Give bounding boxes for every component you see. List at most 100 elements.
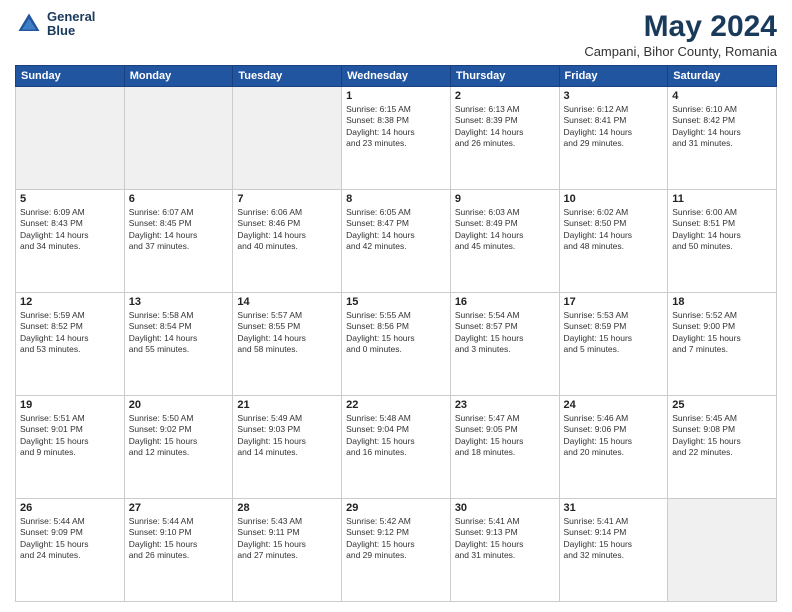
day-number: 30 bbox=[455, 502, 555, 514]
calendar-week-3: 12 Sunrise: 5:59 AM Sunset: 8:52 PM Dayli… bbox=[16, 293, 777, 396]
day-number: 20 bbox=[129, 399, 229, 411]
calendar-cell: 6 Sunrise: 6:07 AM Sunset: 8:45 PM Daylig… bbox=[124, 190, 233, 293]
cell-content: Sunrise: 5:44 AM Sunset: 9:09 PM Dayligh… bbox=[20, 516, 120, 562]
calendar-cell: 23Sunrise: 5:47 AM Sunset: 9:05 PM Dayli… bbox=[450, 396, 559, 499]
weekday-header-saturday: Saturday bbox=[668, 66, 777, 87]
cell-content: Sunrise: 6:06 AM Sunset: 8:46 PM Dayligh… bbox=[237, 207, 337, 253]
day-number: 9 bbox=[455, 193, 555, 205]
weekday-header-sunday: Sunday bbox=[16, 66, 125, 87]
calendar-cell: 14 Sunrise: 5:57 AM Sunset: 8:55 PM Dayli… bbox=[233, 293, 342, 396]
cell-content: Sunrise: 6:12 AM Sunset: 8:41 PM Dayligh… bbox=[564, 104, 664, 150]
calendar-cell: 4 Sunrise: 6:10 AM Sunset: 8:42 PM Daylig… bbox=[668, 87, 777, 190]
title-location: Campani, Bihor County, Romania bbox=[584, 44, 777, 59]
day-number: 18 bbox=[672, 296, 772, 308]
calendar-cell: 24Sunrise: 5:46 AM Sunset: 9:06 PM Dayli… bbox=[559, 396, 668, 499]
calendar-cell: 31Sunrise: 5:41 AM Sunset: 9:14 PM Dayli… bbox=[559, 499, 668, 602]
day-number: 7 bbox=[237, 193, 337, 205]
cell-content: Sunrise: 5:57 AM Sunset: 8:55 PM Dayligh… bbox=[237, 310, 337, 356]
cell-content: Sunrise: 6:09 AM Sunset: 8:43 PM Dayligh… bbox=[20, 207, 120, 253]
day-number: 6 bbox=[129, 193, 229, 205]
day-number: 29 bbox=[346, 502, 446, 514]
cell-content: Sunrise: 5:54 AM Sunset: 8:57 PM Dayligh… bbox=[455, 310, 555, 356]
calendar-cell: 10 Sunrise: 6:02 AM Sunset: 8:50 PM Dayli… bbox=[559, 190, 668, 293]
day-number: 15 bbox=[346, 296, 446, 308]
weekday-header-thursday: Thursday bbox=[450, 66, 559, 87]
calendar-week-2: 5 Sunrise: 6:09 AM Sunset: 8:43 PM Daylig… bbox=[16, 190, 777, 293]
cell-content: Sunrise: 5:48 AM Sunset: 9:04 PM Dayligh… bbox=[346, 413, 446, 459]
day-number: 27 bbox=[129, 502, 229, 514]
cell-content: Sunrise: 5:58 AM Sunset: 8:54 PM Dayligh… bbox=[129, 310, 229, 356]
cell-content: Sunrise: 6:15 AM Sunset: 8:38 PM Dayligh… bbox=[346, 104, 446, 150]
calendar-week-1: 1 Sunrise: 6:15 AM Sunset: 8:38 PM Daylig… bbox=[16, 87, 777, 190]
logo-text: General Blue bbox=[47, 10, 95, 39]
cell-content: Sunrise: 6:02 AM Sunset: 8:50 PM Dayligh… bbox=[564, 207, 664, 253]
day-number: 10 bbox=[564, 193, 664, 205]
calendar-cell: 20 Sunrise: 5:50 AM Sunset: 9:02 PM Dayli… bbox=[124, 396, 233, 499]
calendar-cell: 7 Sunrise: 6:06 AM Sunset: 8:46 PM Daylig… bbox=[233, 190, 342, 293]
title-block: May 2024 Campani, Bihor County, Romania bbox=[584, 10, 777, 59]
calendar-cell: 29Sunrise: 5:42 AM Sunset: 9:12 PM Dayli… bbox=[342, 499, 451, 602]
page: General Blue May 2024 Campani, Bihor Cou… bbox=[0, 0, 792, 612]
day-number: 21 bbox=[237, 399, 337, 411]
day-number: 5 bbox=[20, 193, 120, 205]
day-number: 8 bbox=[346, 193, 446, 205]
cell-content: Sunrise: 5:53 AM Sunset: 8:59 PM Dayligh… bbox=[564, 310, 664, 356]
day-number: 22 bbox=[346, 399, 446, 411]
cell-content: Sunrise: 5:43 AM Sunset: 9:11 PM Dayligh… bbox=[237, 516, 337, 562]
day-number: 12 bbox=[20, 296, 120, 308]
calendar-cell: 1 Sunrise: 6:15 AM Sunset: 8:38 PM Daylig… bbox=[342, 87, 451, 190]
calendar-cell: 17 Sunrise: 5:53 AM Sunset: 8:59 PM Dayli… bbox=[559, 293, 668, 396]
cell-content: Sunrise: 5:41 AM Sunset: 9:14 PM Dayligh… bbox=[564, 516, 664, 562]
cell-content: Sunrise: 5:44 AM Sunset: 9:10 PM Dayligh… bbox=[129, 516, 229, 562]
cell-content: Sunrise: 5:52 AM Sunset: 9:00 PM Dayligh… bbox=[672, 310, 772, 356]
cell-content: Sunrise: 5:46 AM Sunset: 9:06 PM Dayligh… bbox=[564, 413, 664, 459]
cell-content: Sunrise: 6:05 AM Sunset: 8:47 PM Dayligh… bbox=[346, 207, 446, 253]
day-number: 16 bbox=[455, 296, 555, 308]
calendar-cell: 15 Sunrise: 5:55 AM Sunset: 8:56 PM Dayli… bbox=[342, 293, 451, 396]
calendar-cell: 5 Sunrise: 6:09 AM Sunset: 8:43 PM Daylig… bbox=[16, 190, 125, 293]
day-number: 14 bbox=[237, 296, 337, 308]
day-number: 1 bbox=[346, 90, 446, 102]
day-number: 4 bbox=[672, 90, 772, 102]
weekday-header-monday: Monday bbox=[124, 66, 233, 87]
day-number: 28 bbox=[237, 502, 337, 514]
day-number: 25 bbox=[672, 399, 772, 411]
weekday-header-wednesday: Wednesday bbox=[342, 66, 451, 87]
cell-content: Sunrise: 6:03 AM Sunset: 8:49 PM Dayligh… bbox=[455, 207, 555, 253]
cell-content: Sunrise: 5:47 AM Sunset: 9:05 PM Dayligh… bbox=[455, 413, 555, 459]
calendar-cell bbox=[233, 87, 342, 190]
calendar-cell bbox=[124, 87, 233, 190]
day-number: 2 bbox=[455, 90, 555, 102]
logo-icon bbox=[15, 10, 43, 38]
cell-content: Sunrise: 5:55 AM Sunset: 8:56 PM Dayligh… bbox=[346, 310, 446, 356]
cell-content: Sunrise: 6:00 AM Sunset: 8:51 PM Dayligh… bbox=[672, 207, 772, 253]
cell-content: Sunrise: 6:07 AM Sunset: 8:45 PM Dayligh… bbox=[129, 207, 229, 253]
calendar-week-5: 26Sunrise: 5:44 AM Sunset: 9:09 PM Dayli… bbox=[16, 499, 777, 602]
calendar-cell bbox=[16, 87, 125, 190]
calendar-cell: 13Sunrise: 5:58 AM Sunset: 8:54 PM Dayli… bbox=[124, 293, 233, 396]
cell-content: Sunrise: 5:59 AM Sunset: 8:52 PM Dayligh… bbox=[20, 310, 120, 356]
cell-content: Sunrise: 5:51 AM Sunset: 9:01 PM Dayligh… bbox=[20, 413, 120, 459]
cell-content: Sunrise: 5:50 AM Sunset: 9:02 PM Dayligh… bbox=[129, 413, 229, 459]
calendar-cell: 2Sunrise: 6:13 AM Sunset: 8:39 PM Daylig… bbox=[450, 87, 559, 190]
calendar-cell: 9 Sunrise: 6:03 AM Sunset: 8:49 PM Daylig… bbox=[450, 190, 559, 293]
logo-line1: General bbox=[47, 10, 95, 24]
calendar-cell: 16 Sunrise: 5:54 AM Sunset: 8:57 PM Dayli… bbox=[450, 293, 559, 396]
calendar-cell: 12 Sunrise: 5:59 AM Sunset: 8:52 PM Dayli… bbox=[16, 293, 125, 396]
calendar-header-row: SundayMondayTuesdayWednesdayThursdayFrid… bbox=[16, 66, 777, 87]
title-month: May 2024 bbox=[584, 10, 777, 44]
calendar-table: SundayMondayTuesdayWednesdayThursdayFrid… bbox=[15, 65, 777, 602]
weekday-header-friday: Friday bbox=[559, 66, 668, 87]
logo-line2: Blue bbox=[47, 24, 95, 38]
cell-content: Sunrise: 6:10 AM Sunset: 8:42 PM Dayligh… bbox=[672, 104, 772, 150]
calendar-cell: 27 Sunrise: 5:44 AM Sunset: 9:10 PM Dayli… bbox=[124, 499, 233, 602]
cell-content: Sunrise: 5:41 AM Sunset: 9:13 PM Dayligh… bbox=[455, 516, 555, 562]
weekday-header-tuesday: Tuesday bbox=[233, 66, 342, 87]
header: General Blue May 2024 Campani, Bihor Cou… bbox=[15, 10, 777, 59]
day-number: 17 bbox=[564, 296, 664, 308]
cell-content: Sunrise: 5:45 AM Sunset: 9:08 PM Dayligh… bbox=[672, 413, 772, 459]
calendar-cell: 30 Sunrise: 5:41 AM Sunset: 9:13 PM Dayli… bbox=[450, 499, 559, 602]
cell-content: Sunrise: 5:49 AM Sunset: 9:03 PM Dayligh… bbox=[237, 413, 337, 459]
logo: General Blue bbox=[15, 10, 95, 39]
calendar-cell: 8 Sunrise: 6:05 AM Sunset: 8:47 PM Daylig… bbox=[342, 190, 451, 293]
